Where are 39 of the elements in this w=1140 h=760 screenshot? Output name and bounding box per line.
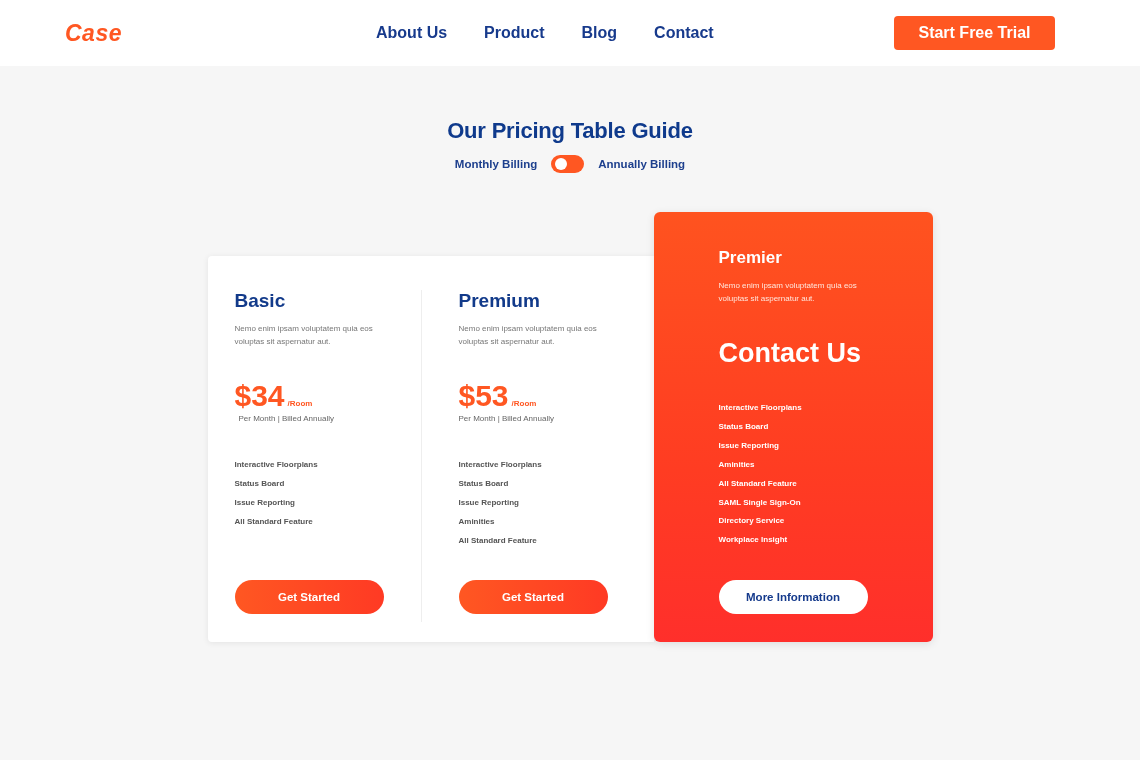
nav-link[interactable]: Blog [581,24,618,42]
plan-price: $34 [234,379,285,413]
plan-name: Basic [234,290,287,312]
nav-link[interactable]: About Us [376,24,448,42]
billing-note: Per Month | Billed Annually [458,413,555,425]
price-unit: /Room [511,399,537,408]
contact-headline: Contact Us [718,337,861,369]
feature-item: All Standard Feature [234,516,314,528]
feature-item: SAML Single Sign-On [718,496,802,509]
feature-item: Workplace Insight [718,534,789,547]
billing-label: Monthly Billing [454,158,538,170]
feature-item: Issue Reporting [458,497,520,509]
plan-description: Nemo enim ipsam voluptatem quia eos voluptas sit aspernatur aut. [718,280,858,305]
feature-item: Interactive Floorplans [718,402,802,414]
nav-link[interactable]: Product [484,24,545,42]
nav-link[interactable]: Contact [654,24,714,42]
feature-item: All Standard Feature [458,535,538,547]
plan-price: $53 [458,379,509,413]
plan-description: Nemo enim ipsam voluptatem quia eos voluptas sit aspernatur aut. [458,323,598,348]
price-unit: /Room [287,399,313,408]
plan-name: Premier [718,248,782,268]
feature-item: All Standard Feature [718,477,798,490]
section-title: Our Pricing Table Guide [447,117,693,145]
feature-item: Aminities [718,458,756,471]
billing-note: Per Month | Billed Annually [237,413,335,425]
feature-item: Status Board [458,478,510,490]
feature-item: Status Board [718,420,770,433]
feature-item: Issue Reporting [718,439,780,452]
feature-item: Interactive Floorplans [234,459,319,471]
billing-label: Annually Billing [598,158,686,170]
billing-toggle[interactable] [551,155,585,173]
feature-item: Status Board [234,478,286,490]
feature-item: Interactive Floorplans [458,459,543,471]
more-information-button[interactable]: More Information [718,580,868,614]
feature-item: Issue Reporting [234,497,296,509]
feature-item: Directory Service [718,515,786,528]
feature-item: Aminities [458,516,496,528]
plan-description: Nemo enim ipsam voluptatem quia eos voluptas sit aspernatur aut. [234,323,374,348]
plan-name: Premium [458,290,541,312]
